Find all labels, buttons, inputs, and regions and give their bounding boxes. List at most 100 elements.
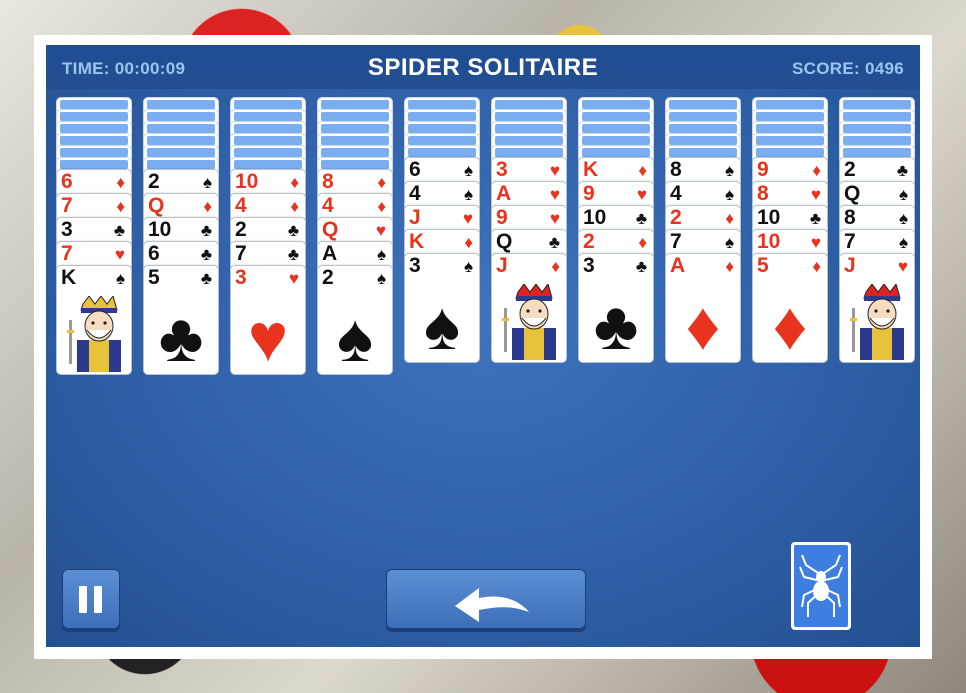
card-suit-icon: ♠ — [463, 257, 473, 276]
card-rank: 8 — [844, 206, 856, 229]
card-suit-icon: ♥ — [114, 245, 125, 264]
card-rank: 10 — [757, 206, 781, 229]
card-suit-icon: ♣ — [548, 233, 560, 252]
card-rank: 9 — [583, 182, 595, 205]
card-rank: 2 — [670, 206, 682, 229]
card-suit-icon: ♥ — [810, 233, 821, 252]
playing-card[interactable]: 5 ♦ ♦ — [752, 253, 828, 363]
card-rank: 2 — [844, 158, 856, 181]
card-suit-icon: ♠ — [724, 233, 734, 252]
card-suit-icon: ♠ — [898, 233, 908, 252]
playing-card[interactable]: 3 ♥ ♥ — [230, 265, 306, 375]
card-rank: 6 — [148, 242, 160, 265]
card-rank: K — [583, 158, 599, 181]
top-bar: TIME: 00:00:09 SPIDER SOLITAIRE SCORE: 0… — [46, 45, 920, 89]
card-suit-icon: ♠ — [898, 209, 908, 228]
playing-card[interactable]: 3 ♣ ♣ — [578, 253, 654, 363]
card-suit-icon: ♠ — [463, 161, 473, 180]
card-suit-icon: ♥ — [897, 257, 908, 276]
card-rank: A — [322, 242, 338, 265]
card-rank: Q — [322, 218, 339, 241]
card-rank: 3 — [496, 158, 508, 181]
card-suit-icon: ♦ — [812, 257, 821, 276]
card-suit-icon: ♠ — [898, 185, 908, 204]
card-suit-icon: ♣ — [200, 245, 212, 264]
card-suit-icon: ♣ — [113, 221, 125, 240]
spider-icon — [799, 554, 843, 617]
card-rank: 7 — [670, 230, 682, 253]
card-rank: A — [670, 254, 686, 277]
card-suit-icon: ♣ — [287, 245, 299, 264]
card-rank: J — [844, 254, 856, 277]
card-rank: 6 — [61, 170, 73, 193]
card-suit-icon: ♦ — [377, 173, 386, 192]
game-board: TIME: 00:00:09 SPIDER SOLITAIRE SCORE: 0… — [46, 45, 920, 647]
card-rank: J — [409, 206, 421, 229]
card-rank: 8 — [757, 182, 769, 205]
card-rank: 3 — [61, 218, 73, 241]
card-center-suit-icon: ♦ — [772, 288, 808, 364]
stock-card-back — [794, 545, 848, 627]
card-rank: 8 — [670, 158, 682, 181]
card-rank: J — [496, 254, 508, 277]
card-rank: 3 — [409, 254, 421, 277]
card-rank: 10 — [148, 218, 172, 241]
card-suit-icon: ♦ — [116, 197, 125, 216]
card-rank: 7 — [61, 242, 73, 265]
card-rank: 4 — [670, 182, 682, 205]
card-rank: 2 — [148, 170, 160, 193]
card-suit-icon: ♠ — [376, 269, 386, 288]
card-suit-icon: ♦ — [464, 233, 473, 252]
card-suit-icon: ♦ — [638, 161, 647, 180]
card-center-suit-icon: ♦ — [685, 288, 721, 364]
card-center-suit-icon: ♠ — [423, 288, 461, 364]
card-center-suit-icon: ♠ — [336, 300, 374, 376]
card-suit-icon: ♠ — [724, 185, 734, 204]
card-suit-icon: ♦ — [551, 257, 560, 276]
card-rank: 7 — [844, 230, 856, 253]
card-suit-icon: ♥ — [549, 185, 560, 204]
card-suit-icon: ♦ — [116, 173, 125, 192]
card-suit-icon: ♣ — [635, 209, 647, 228]
card-suit-icon: ♥ — [636, 185, 647, 204]
card-suit-icon: ♣ — [809, 209, 821, 228]
card-rank: 2 — [583, 230, 595, 253]
card-rank: 4 — [409, 182, 421, 205]
card-suit-icon: ♣ — [635, 257, 647, 276]
card-rank: 7 — [61, 194, 73, 217]
card-rank: 3 — [583, 254, 595, 277]
card-rank: 9 — [496, 206, 508, 229]
pause-button[interactable] — [62, 569, 120, 629]
card-rank: 4 — [235, 194, 247, 217]
card-suit-icon: ♣ — [896, 161, 908, 180]
card-rank: Q — [844, 182, 861, 205]
card-suit-icon: ♦ — [725, 257, 734, 276]
card-rank: 10 — [757, 230, 781, 253]
card-face-illustration — [67, 294, 127, 372]
playing-card[interactable]: 3 ♠ ♠ — [404, 253, 480, 363]
card-rank: 8 — [322, 170, 334, 193]
king-face-art — [67, 294, 121, 372]
playing-card[interactable]: A ♦ ♦ — [665, 253, 741, 363]
card-rank: 5 — [757, 254, 769, 277]
card-suit-icon: ♦ — [812, 161, 821, 180]
stock-pile[interactable] — [791, 542, 851, 630]
card-rank: 2 — [235, 218, 247, 241]
card-rank: A — [496, 182, 512, 205]
playing-card[interactable]: J ♦ — [491, 253, 567, 363]
jack-face-art — [850, 282, 904, 360]
card-face-illustration — [850, 282, 910, 360]
playing-card[interactable]: K ♠ — [56, 265, 132, 375]
card-suit-icon: ♠ — [202, 173, 212, 192]
card-rank: K — [61, 266, 77, 289]
card-suit-icon: ♦ — [638, 233, 647, 252]
game-frame: TIME: 00:00:09 SPIDER SOLITAIRE SCORE: 0… — [34, 35, 932, 659]
playing-card[interactable]: 5 ♣ ♣ — [143, 265, 219, 375]
card-rank: K — [409, 230, 425, 253]
card-rank: 6 — [409, 158, 421, 181]
card-center-suit-icon: ♥ — [247, 300, 289, 376]
playing-card[interactable]: J ♥ — [839, 253, 915, 363]
undo-button[interactable] — [386, 569, 586, 629]
playing-card[interactable]: 2 ♠ ♠ — [317, 265, 393, 375]
card-suit-icon: ♣ — [287, 221, 299, 240]
